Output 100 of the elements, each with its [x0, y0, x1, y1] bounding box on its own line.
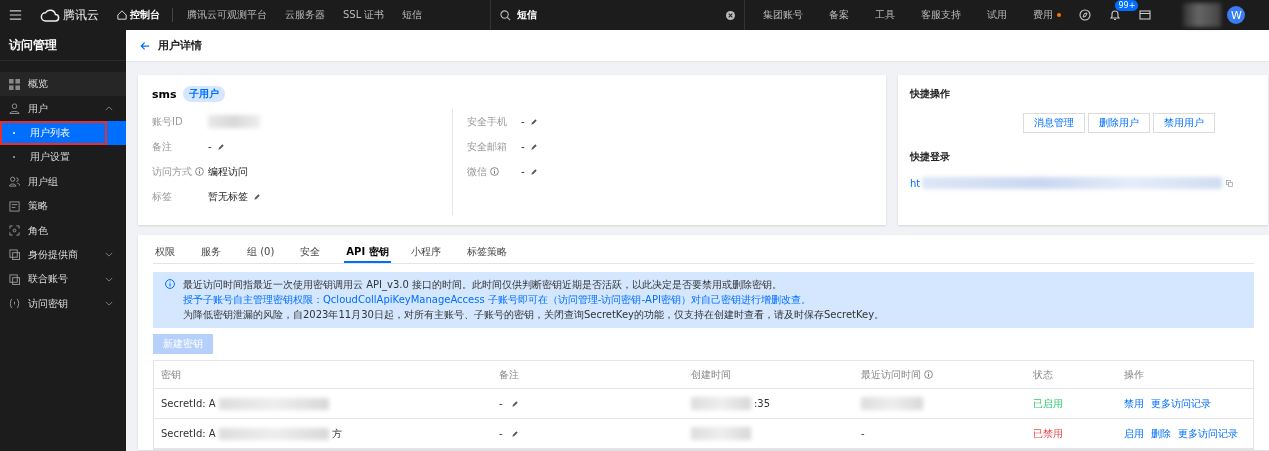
field-label: 标签 [152, 189, 172, 204]
nav-link[interactable]: 云服务器 [285, 8, 325, 22]
pencil-icon[interactable] [216, 142, 225, 151]
action-link[interactable]: 更多访问记录 [1151, 396, 1211, 411]
section-title: 快捷操作 [910, 87, 951, 101]
table-cell: - [499, 428, 503, 439]
sidebar-item[interactable]: 策略 [0, 193, 126, 219]
window-icon[interactable] [1139, 9, 1152, 21]
info-icon [165, 279, 175, 289]
search-value: 短信 [517, 8, 539, 22]
notification-badge: 99+ [1115, 0, 1139, 11]
tab[interactable]: 服务 [199, 245, 223, 263]
frame-icon [9, 225, 20, 237]
redacted-block [208, 115, 260, 128]
tab[interactable]: 组 (0) [245, 245, 277, 263]
window-icon [9, 273, 20, 285]
field-value: 编程访问 [208, 164, 248, 179]
sidebar-item[interactable]: 用户 [0, 96, 126, 121]
user-name: sms [152, 87, 177, 101]
field-label: 微信 [467, 164, 487, 179]
brand-name[interactable]: 腾讯云 [63, 6, 99, 24]
field-value: - [208, 141, 212, 152]
tab[interactable]: 小程序 [408, 245, 443, 263]
pencil-icon[interactable] [529, 167, 538, 176]
pencil-icon[interactable] [253, 192, 261, 201]
compass-icon[interactable] [1079, 9, 1092, 21]
action-button[interactable]: 禁用用户 [1153, 113, 1215, 133]
column-header: 创建时间 [691, 367, 731, 382]
copy-icon[interactable] [1226, 179, 1234, 187]
tab[interactable]: 标签策略 [464, 245, 509, 263]
login-link[interactable]: ht [910, 177, 921, 189]
field-label: 备注 [152, 139, 172, 154]
bell-icon[interactable] [1109, 9, 1122, 21]
tab[interactable]: API 密钥 [344, 245, 391, 263]
nav-link[interactable]: 费用 [1033, 8, 1054, 22]
column-header: 最近访问时间 [861, 367, 921, 382]
sidebar-item[interactable]: 身份提供商 [0, 242, 126, 268]
tab[interactable]: 权限 [153, 245, 177, 263]
pencil-icon[interactable] [529, 142, 538, 151]
back-arrow-icon[interactable] [140, 40, 150, 51]
nav-link[interactable]: 腾讯云可观测平台 [187, 8, 267, 22]
home-icon[interactable] [117, 10, 127, 20]
clear-icon[interactable] [726, 10, 736, 20]
field-value: - [521, 141, 525, 152]
nav-link[interactable]: SSL 证书 [343, 8, 385, 22]
nav-link[interactable]: 集团账号 [763, 8, 804, 22]
user-type-tag: 子用户 [182, 86, 225, 102]
action-button[interactable]: 消息管理 [1023, 113, 1085, 133]
redacted-block [691, 397, 751, 410]
grid-icon [9, 78, 20, 90]
pencil-icon[interactable] [529, 117, 538, 126]
table-cell: :35 [754, 398, 771, 409]
users-icon [9, 176, 20, 188]
sidebar-item[interactable]: 用户组 [0, 169, 126, 194]
pencil-icon[interactable] [510, 399, 519, 408]
redacted-block [691, 427, 751, 440]
action-link[interactable]: 更多访问记录 [1178, 426, 1238, 441]
pencil-icon[interactable] [510, 429, 519, 438]
search-icon [500, 9, 512, 21]
nav-link[interactable]: 备案 [829, 8, 850, 22]
sidebar-item[interactable]: 联合账号 [0, 267, 126, 292]
column-header: 密钥 [161, 367, 181, 382]
cloud-logo-icon[interactable] [40, 8, 60, 22]
table-cell: SecretId: A [161, 398, 216, 409]
info-icon[interactable] [924, 370, 933, 379]
status-text: 已禁用 [1033, 426, 1063, 441]
action-link[interactable]: 禁用 [1124, 396, 1144, 411]
action-link[interactable]: 启用 [1124, 426, 1144, 441]
tab[interactable]: 安全 [298, 245, 323, 263]
action-button[interactable]: 删除用户 [1088, 113, 1150, 133]
column-header: 备注 [499, 367, 519, 382]
field-value: - [521, 116, 525, 127]
action-link[interactable]: 删除 [1151, 426, 1171, 441]
notice-text: 最近访问时间指最近一次使用密钥调用云 API_v3.0 接口的时间。此时间仅供判断密钥近期是否活跃，以此决定是否要禁用或删除密钥。 [183, 278, 783, 292]
field-label: 访问方式 [152, 164, 192, 179]
user-avatar[interactable]: W [1227, 6, 1246, 24]
status-text: 已启用 [1033, 396, 1063, 411]
redacted-block [861, 397, 923, 410]
nav-link[interactable]: 客服支持 [921, 8, 962, 22]
nav-link[interactable]: 试用 [987, 8, 1008, 22]
console-link[interactable]: 控制台 [130, 8, 160, 22]
nav-link[interactable]: 短信 [402, 8, 423, 22]
page-title: 用户详情 [158, 38, 202, 53]
document-icon [9, 200, 20, 212]
menu-icon[interactable] [9, 10, 22, 20]
field-value: 暂无标签 [208, 189, 248, 204]
redacted-block [1183, 3, 1222, 27]
table-cell: 方 [331, 426, 342, 441]
nav-link[interactable]: 工具 [875, 8, 896, 22]
sidebar-item[interactable]: 概览 [0, 72, 126, 97]
info-icon[interactable] [490, 167, 499, 176]
sidebar-item[interactable]: 用户设置 [0, 145, 126, 170]
field-label: 安全手机 [467, 114, 507, 129]
notice-text: 为降低密钥泄漏的风险，自2023年11月30日起，对所有主账号、子账号的密钥，关闭查询SecretKey的功能，仅支持在创建时查看，请及时保存SecretKey。 [183, 308, 885, 322]
sidebar-item[interactable]: 角色 [0, 218, 126, 243]
column-header: 状态 [1033, 367, 1053, 382]
info-icon[interactable] [195, 167, 204, 176]
section-title: 快捷登录 [910, 150, 951, 164]
table-cell: - [861, 428, 865, 439]
sidebar-item[interactable]: 访问密钥 [0, 291, 126, 316]
